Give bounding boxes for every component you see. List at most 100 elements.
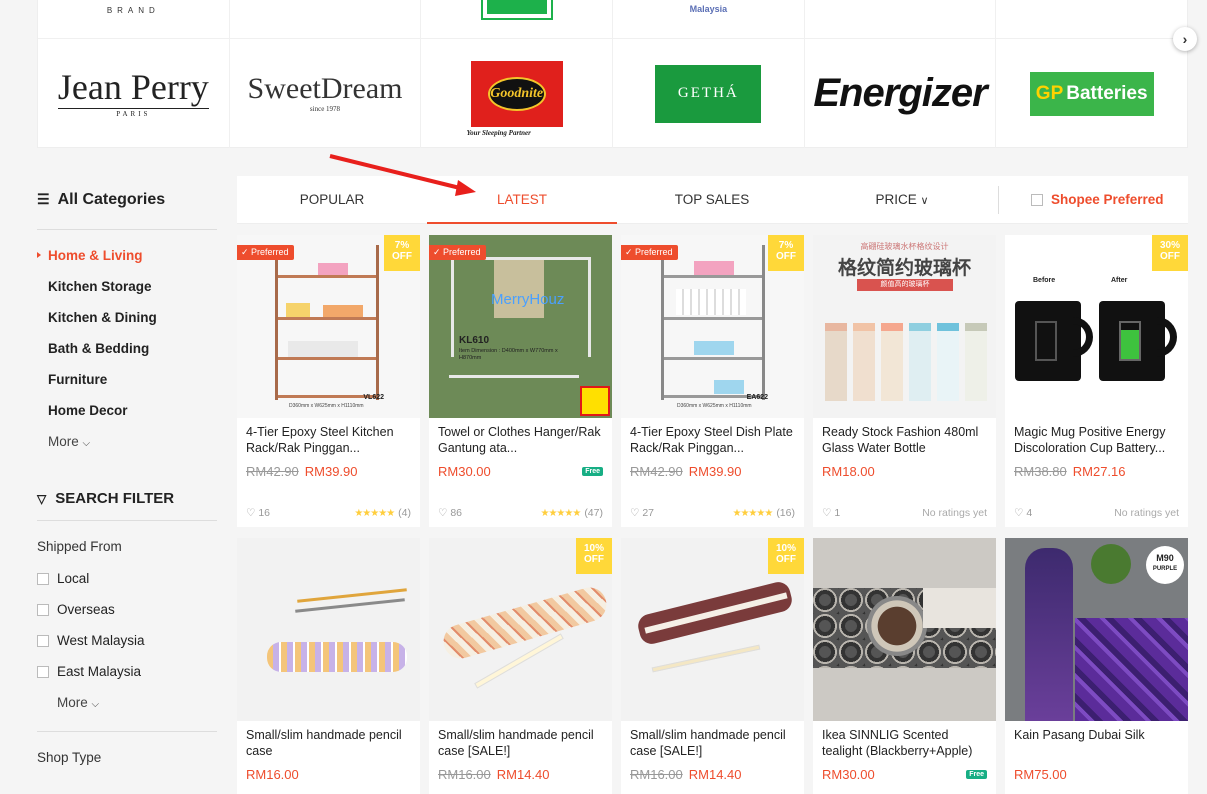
product-grid: ✓ Preferred 7% OFF VL622 D360mm x W625mm … <box>237 235 1188 794</box>
sale-price: RM16.00 <box>246 767 299 782</box>
category-furniture[interactable]: Furniture <box>37 364 217 395</box>
product-card[interactable]: ✓ Preferred 7% OFF EA622 D360mm x W625mm … <box>621 235 804 527</box>
no-ratings-label: No ratings yet <box>922 507 987 519</box>
product-name: Small/slim handmade pencil case <box>246 728 402 758</box>
original-price: RM42.90 <box>630 464 683 479</box>
heart-icon[interactable]: ♡ <box>1014 507 1023 519</box>
discount-badge: 10% OFF <box>576 538 612 574</box>
brand-top-text: BRAND <box>106 6 160 15</box>
chevron-right-icon[interactable]: › <box>1173 27 1197 51</box>
brand-top-cell-3[interactable] <box>421 0 614 38</box>
brand-sweetdream[interactable]: SweetDream since 1978 <box>230 39 422 148</box>
product-card[interactable]: Ikea SINNLIG Scented tealight (Blackberr… <box>813 538 996 794</box>
category-home-living[interactable]: Home & Living <box>37 240 217 271</box>
price-row: RM18.00 <box>813 456 996 482</box>
product-card[interactable]: M90 PURPLE Kain Pasang Dubai Silk RM75.00 <box>1005 538 1188 794</box>
category-bath-bedding[interactable]: Bath & Bedding <box>37 333 217 364</box>
promo-title: 格纹简约玻璃杯 <box>837 258 971 279</box>
model-label: KL610 <box>459 335 490 346</box>
price-row: RM16.00 <box>237 759 420 785</box>
store-logo <box>580 386 610 416</box>
brand-getha[interactable]: GETHÁ <box>613 39 805 148</box>
checkbox[interactable] <box>37 603 49 616</box>
price-row: RM42.90 RM39.90 <box>237 456 420 482</box>
product-card[interactable]: ✓ Preferred MerryHouz KL610 Item Dimensi… <box>429 235 612 527</box>
ship-option-local[interactable]: Local <box>37 563 217 594</box>
sort-price-label: PRICE <box>875 191 917 207</box>
brand-energizer[interactable]: Energizer <box>805 39 997 148</box>
like-count: 27 <box>642 507 655 519</box>
sort-latest[interactable]: LATEST <box>427 176 617 224</box>
brand-jean-perry[interactable]: Jean Perry PARIS <box>38 39 230 148</box>
promo-tag: 颜值高的玻璃杯 <box>857 279 953 291</box>
brand-top-cell-1[interactable]: BRAND <box>38 0 230 38</box>
product-card[interactable]: Small/slim handmade pencil case RM16.00 <box>237 538 420 794</box>
ship-option-label: Local <box>57 571 90 586</box>
like-count: 86 <box>450 507 463 519</box>
product-card[interactable]: 30% OFF Before After Magic Mug Positive E… <box>1005 235 1188 527</box>
rating-count: (47) <box>584 507 603 519</box>
brand-watermark: MerryHouz <box>491 291 565 308</box>
like-count: 4 <box>1026 507 1033 519</box>
brand-top-cell-2[interactable] <box>230 0 422 38</box>
category-home-decor[interactable]: Home Decor <box>37 395 217 426</box>
model-label: EA622 <box>746 394 768 401</box>
preferred-badge: ✓ Preferred <box>621 245 678 260</box>
price-row: RM42.90 RM39.90 <box>621 456 804 482</box>
sale-price: RM75.00 <box>1014 767 1067 782</box>
brand-gp-batteries[interactable]: GP Batteries <box>996 39 1187 148</box>
product-image: M90 PURPLE <box>1005 538 1188 721</box>
product-image: 30% OFF Before After <box>1005 235 1188 418</box>
brand-top-cell-5[interactable] <box>805 0 997 38</box>
brand-top-cell-4[interactable]: Malaysia <box>613 0 805 38</box>
price-row: RM30.00 Free <box>429 456 612 482</box>
product-name: Kain Pasang Dubai Silk <box>1014 728 1145 742</box>
product-image: 10% OFF <box>429 538 612 721</box>
sort-popular[interactable]: POPULAR <box>237 176 427 224</box>
shopee-preferred-filter[interactable]: Shopee Preferred <box>998 185 1188 214</box>
product-name: 4-Tier Epoxy Steel Dish Plate Rack/Rak P… <box>630 425 793 455</box>
product-badge: M90 <box>1156 553 1174 563</box>
brand-top-cell-6[interactable] <box>996 0 1187 38</box>
heart-icon[interactable]: ♡ <box>822 507 831 519</box>
sale-price: RM27.16 <box>1072 464 1126 479</box>
sale-price: RM30.00 <box>822 767 875 782</box>
product-name: 4-Tier Epoxy Steel Kitchen Rack/Rak Ping… <box>246 425 394 455</box>
shipped-from-more-button[interactable]: More ⌵ <box>37 687 217 718</box>
checkbox[interactable] <box>37 572 49 585</box>
product-badge-sub: PURPLE <box>1152 566 1178 572</box>
checkbox[interactable] <box>37 665 49 678</box>
sort-bar: POPULAR LATEST TOP SALES PRICE ∨ Shopee … <box>237 176 1188 224</box>
ship-option-west-malaysia[interactable]: West Malaysia <box>37 625 217 656</box>
chevron-down-icon: ∨ <box>920 194 929 207</box>
product-card[interactable]: 10% OFF Small/slim handmade pencil case [… <box>621 538 804 794</box>
category-kitchen-dining[interactable]: Kitchen & Dining <box>37 302 217 333</box>
heart-icon[interactable]: ♡ <box>438 507 447 519</box>
heart-icon[interactable]: ♡ <box>246 507 255 519</box>
checkbox[interactable] <box>1031 193 1043 206</box>
product-card[interactable]: 10% OFF Small/slim handmade pencil case [… <box>429 538 612 794</box>
ship-option-overseas[interactable]: Overseas <box>37 594 217 625</box>
category-kitchen-storage[interactable]: Kitchen Storage <box>37 271 217 302</box>
checkbox[interactable] <box>37 634 49 647</box>
list-icon: ☰ <box>37 191 50 207</box>
heart-icon[interactable]: ♡ <box>630 507 639 519</box>
categories-more-button[interactable]: More ⌵ <box>37 426 217 457</box>
original-price: RM38.80 <box>1014 464 1067 479</box>
ship-option-east-malaysia[interactable]: East Malaysia <box>37 656 217 687</box>
product-card[interactable]: ✓ Preferred 7% OFF VL622 D360mm x W625mm … <box>237 235 420 527</box>
brand-carousel: BRAND Malaysia Jean Perry PARIS SweetDrea… <box>37 0 1188 148</box>
discount-badge: 30% OFF <box>1152 235 1188 271</box>
sort-price[interactable]: PRICE ∨ <box>807 176 997 224</box>
original-price: RM16.00 <box>438 767 491 782</box>
brand-goodnite[interactable]: Goodnite Your Sleeping Partner <box>421 39 614 148</box>
shipped-from-title: Shipped From <box>37 539 122 554</box>
more-label: More <box>48 434 79 449</box>
product-card[interactable]: 高硼硅玻璃水杯格纹设计 格纹简约玻璃杯 颜值高的玻璃杯 Ready Stock … <box>813 235 996 527</box>
discount-badge: 7% OFF <box>384 235 420 271</box>
all-categories-header[interactable]: ☰ All Categories <box>37 170 217 230</box>
original-price: RM42.90 <box>246 464 299 479</box>
chevron-down-icon: ⌵ <box>91 699 100 710</box>
product-image: ✓ Preferred MerryHouz KL610 Item Dimensi… <box>429 235 612 418</box>
sort-top-sales[interactable]: TOP SALES <box>617 176 807 224</box>
